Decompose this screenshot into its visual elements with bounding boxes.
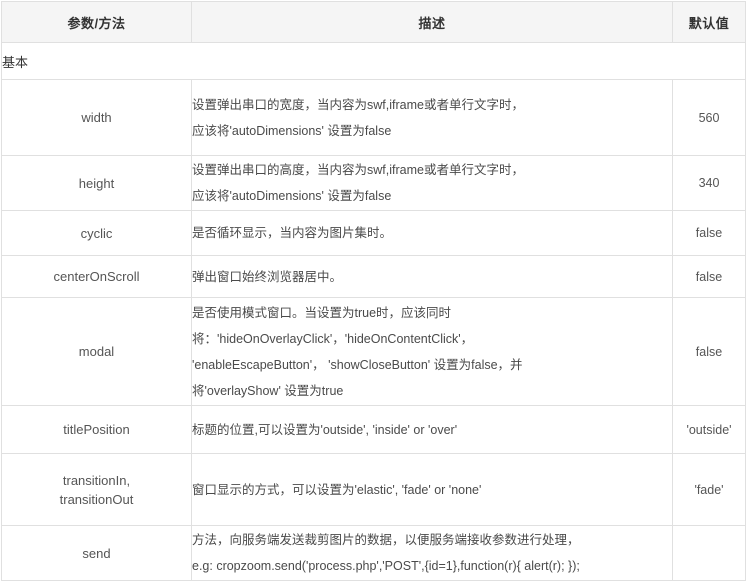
table-header-row: 参数/方法 描述 默认值 (1, 1, 746, 43)
param-default-send (672, 525, 746, 581)
param-name-centeronscroll: centerOnScroll (1, 255, 192, 298)
table-row: send 方法，向服务端发送裁剪图片的数据，以便服务端接收参数进行处理， e.g… (1, 525, 746, 581)
param-default-titleposition: 'outside' (672, 405, 746, 454)
description-line: 设置弹出串口的宽度，当内容为swf,iframe或者单行文字时， (192, 97, 524, 112)
column-header-param: 参数/方法 (1, 1, 192, 43)
parameter-reference-table: 参数/方法 描述 默认值 基本 width 设置弹出串口的宽度，当内容为swf,… (1, 1, 746, 581)
column-header-default: 默认值 (672, 1, 746, 43)
table-body: 基本 width 设置弹出串口的宽度，当内容为swf,iframe或者单行文字时… (1, 42, 746, 581)
description-line: 是否使用模式窗口。当设置为true时，应该同时 (192, 305, 452, 320)
parameter-table-container: 参数/方法 描述 默认值 基本 width 设置弹出串口的宽度，当内容为swf,… (0, 1, 746, 581)
table-row: titlePosition 标题的位置,可以设置为'outside', 'ins… (1, 405, 746, 454)
description-line: 弹出窗口始终浏览器居中。 (192, 269, 343, 284)
param-name-send: send (1, 525, 192, 581)
description-line: 将：'hideOnOverlayClick'，'hideOnContentCli… (192, 331, 474, 346)
param-description-transition: 窗口显示的方式，可以设置为'elastic', 'fade' or 'none' (191, 453, 673, 526)
param-name-line: send (82, 545, 111, 561)
param-name-line: centerOnScroll (53, 269, 140, 284)
param-name-modal: modal (1, 297, 192, 406)
param-name-line: width (81, 110, 112, 125)
group-label-basic: 基本 (1, 42, 746, 80)
param-name-line: height (78, 175, 115, 191)
table-row: cyclic 是否循环显示，当内容为图片集时。 false (1, 210, 746, 256)
param-description-width: 设置弹出串口的宽度，当内容为swf,iframe或者单行文字时， 应该将'aut… (191, 79, 673, 156)
table-row: height 设置弹出串口的高度，当内容为swf,iframe或者单行文字时， … (1, 155, 746, 211)
table-row: transitionIn, transitionOut 窗口显示的方式，可以设置… (1, 453, 746, 526)
param-description-titleposition: 标题的位置,可以设置为'outside', 'inside' or 'over' (191, 405, 673, 454)
table-row: width 设置弹出串口的宽度，当内容为swf,iframe或者单行文字时， 应… (1, 79, 746, 156)
param-default-transition: 'fade' (672, 453, 746, 526)
param-description-cyclic: 是否循环显示，当内容为图片集时。 (191, 210, 673, 256)
table-row: modal 是否使用模式窗口。当设置为true时，应该同时 将：'hideOnO… (1, 297, 746, 406)
param-description-modal: 是否使用模式窗口。当设置为true时，应该同时 将：'hideOnOverlay… (191, 297, 673, 406)
description-line: 窗口显示的方式，可以设置为'elastic', 'fade' or 'none' (192, 482, 482, 497)
param-name-line: cyclic (80, 225, 113, 241)
param-name-line: transitionIn, (62, 472, 131, 488)
description-line: 标题的位置,可以设置为'outside', 'inside' or 'over' (192, 422, 458, 437)
param-name-line: modal (78, 344, 115, 359)
param-description-centeronscroll: 弹出窗口始终浏览器居中。 (191, 255, 673, 298)
param-default-height: 340 (672, 155, 746, 211)
param-default-width: 560 (672, 79, 746, 156)
description-line: 方法，向服务端发送裁剪图片的数据，以便服务端接收参数进行处理， (192, 533, 580, 547)
param-name-height: height (1, 155, 192, 211)
description-line: 是否循环显示，当内容为图片集时。 (192, 226, 393, 240)
param-name-transition: transitionIn, transitionOut (1, 453, 192, 526)
param-name-cyclic: cyclic (1, 210, 192, 256)
table-group-row: 基本 (1, 42, 746, 80)
param-default-centeronscroll: false (672, 255, 746, 298)
table-header: 参数/方法 描述 默认值 (1, 1, 746, 43)
param-name-width: width (1, 79, 192, 156)
param-name-line: titlePosition (63, 422, 130, 437)
description-line: e.g: cropzoom.send('process.php','POST',… (192, 559, 580, 573)
param-name-titleposition: titlePosition (1, 405, 192, 454)
param-description-height: 设置弹出串口的高度，当内容为swf,iframe或者单行文字时， 应该将'aut… (191, 155, 673, 211)
description-line: 'enableEscapeButton'， 'showCloseButton' … (192, 357, 523, 372)
param-name-line: transitionOut (59, 491, 134, 507)
table-row: centerOnScroll 弹出窗口始终浏览器居中。 false (1, 255, 746, 298)
column-header-description: 描述 (191, 1, 673, 43)
param-description-send: 方法，向服务端发送裁剪图片的数据，以便服务端接收参数进行处理， e.g: cro… (191, 525, 673, 581)
description-line: 设置弹出串口的高度，当内容为swf,iframe或者单行文字时， (192, 163, 524, 177)
description-line: 应该将'autoDimensions' 设置为false (192, 123, 392, 138)
description-line: 将'overlayShow' 设置为true (192, 383, 344, 398)
description-line: 应该将'autoDimensions' 设置为false (192, 189, 392, 203)
param-default-cyclic: false (672, 210, 746, 256)
param-default-modal: false (672, 297, 746, 406)
